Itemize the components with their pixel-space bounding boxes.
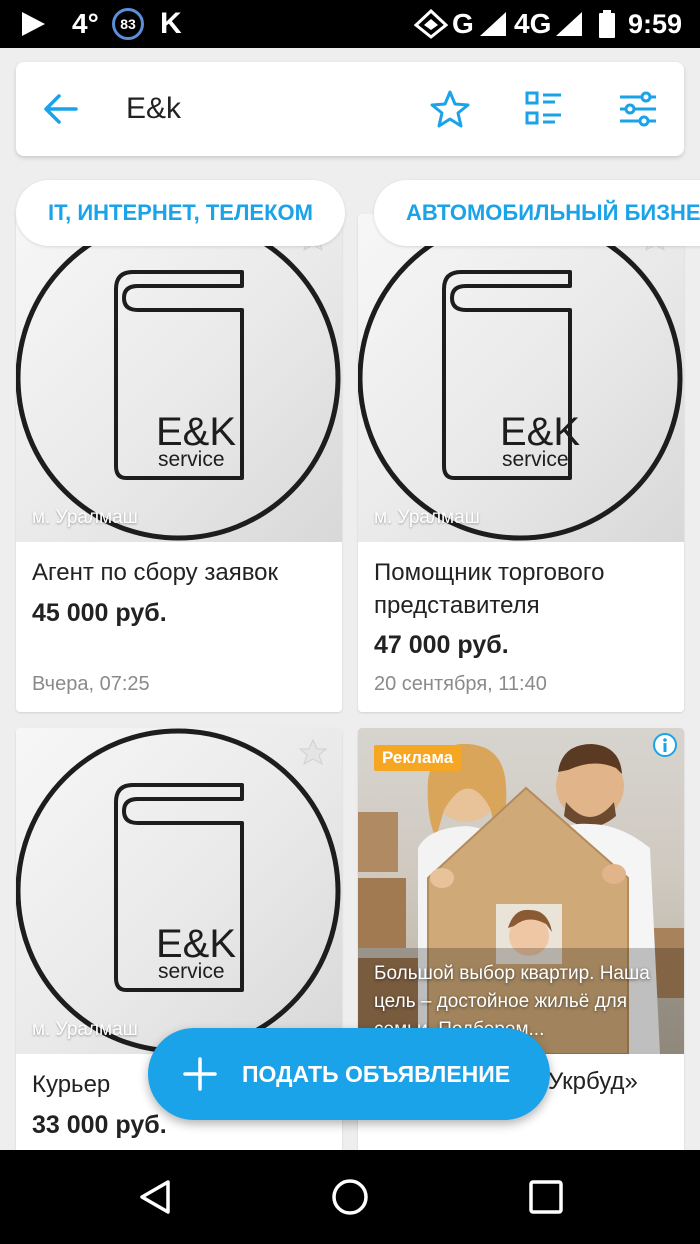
search-header: E&k <box>16 62 684 156</box>
signal-icon <box>478 0 508 48</box>
battery-icon <box>598 0 616 48</box>
system-nav-bar <box>0 1150 700 1244</box>
listing-price: 47 000 руб. <box>374 631 509 659</box>
listing-date: Вчера, 07:25 <box>32 673 150 695</box>
metro-station: м. Уралмаш <box>374 507 480 528</box>
search-query[interactable]: E&k <box>126 62 181 156</box>
ad-title: Укрбуд» <box>548 1068 638 1095</box>
ek-logo-icon <box>16 728 341 1054</box>
listing-card[interactable]: E&K service м. Уралмаш Помощник торговог… <box>358 214 684 712</box>
listing-image: E&K service м. Уралмаш <box>16 728 342 1054</box>
ad-badge: Реклама <box>374 745 462 771</box>
plus-icon <box>183 1057 217 1091</box>
listing-image: E&K service м. Уралмаш <box>358 214 684 542</box>
listing-price: 33 000 руб. <box>32 1111 167 1139</box>
wifi-download-icon <box>414 0 448 48</box>
listing-card[interactable]: E&K service м. Уралмаш Агент по сбору за… <box>16 214 342 712</box>
metro-station: м. Уралмаш <box>32 1019 138 1040</box>
recents-nav-icon[interactable] <box>526 1177 566 1217</box>
logo-sub: service <box>158 448 225 471</box>
chip-auto-business[interactable]: АВТОМОБИЛЬНЫЙ БИЗНЕС <box>374 180 700 246</box>
app-k-icon: K <box>160 7 182 40</box>
play-icon <box>18 0 48 48</box>
listing-title: Агент по сбору заявок <box>32 559 279 586</box>
listing-image: E&K service м. Уралмаш <box>16 214 342 542</box>
favorite-star-icon[interactable] <box>298 738 328 771</box>
back-nav-icon[interactable] <box>136 1177 176 1217</box>
metro-station: м. Уралмаш <box>32 507 138 528</box>
ad-image: Реклама Большой выбор квартир. Наша цель… <box>358 728 684 1054</box>
clock-text: 9:59 <box>628 8 683 39</box>
signal-icon-2 <box>554 0 584 48</box>
category-chips: IT, ИНТЕРНЕТ, ТЕЛЕКОМ АВТОМОБИЛЬНЫЙ БИЗН… <box>0 170 700 260</box>
star-icon[interactable] <box>425 84 475 134</box>
post-ad-label: ПОДАТЬ ОБЪЯВЛЕНИЕ <box>242 1060 511 1087</box>
listing-date: 20 сентября, 11:40 <box>374 673 547 695</box>
notification-count: 83 <box>112 8 144 40</box>
listing-title: Помощник торгового представителя <box>374 559 605 619</box>
ek-logo-icon <box>16 215 341 541</box>
post-ad-button[interactable]: ПОДАТЬ ОБЪЯВЛЕНИЕ <box>148 1028 550 1120</box>
logo-sub: service <box>502 448 569 471</box>
info-icon[interactable] <box>652 732 678 763</box>
network-4g-text: 4G <box>514 8 552 39</box>
temperature-text: 4° <box>72 8 99 39</box>
home-nav-icon[interactable] <box>330 1177 370 1217</box>
status-bar: 4° 83 K G 4G 9:59 <box>0 0 700 48</box>
logo-sub: service <box>158 960 225 983</box>
listing-price: 45 000 руб. <box>32 599 167 627</box>
ek-logo-icon <box>358 215 683 541</box>
chip-it-internet[interactable]: IT, ИНТЕРНЕТ, ТЕЛЕКОМ <box>16 180 345 246</box>
list-view-icon[interactable] <box>519 84 569 134</box>
filter-icon[interactable] <box>613 84 663 134</box>
network-g-text: G <box>452 8 474 39</box>
back-arrow-icon[interactable] <box>36 84 86 134</box>
badge-icon: 83 <box>112 0 144 48</box>
